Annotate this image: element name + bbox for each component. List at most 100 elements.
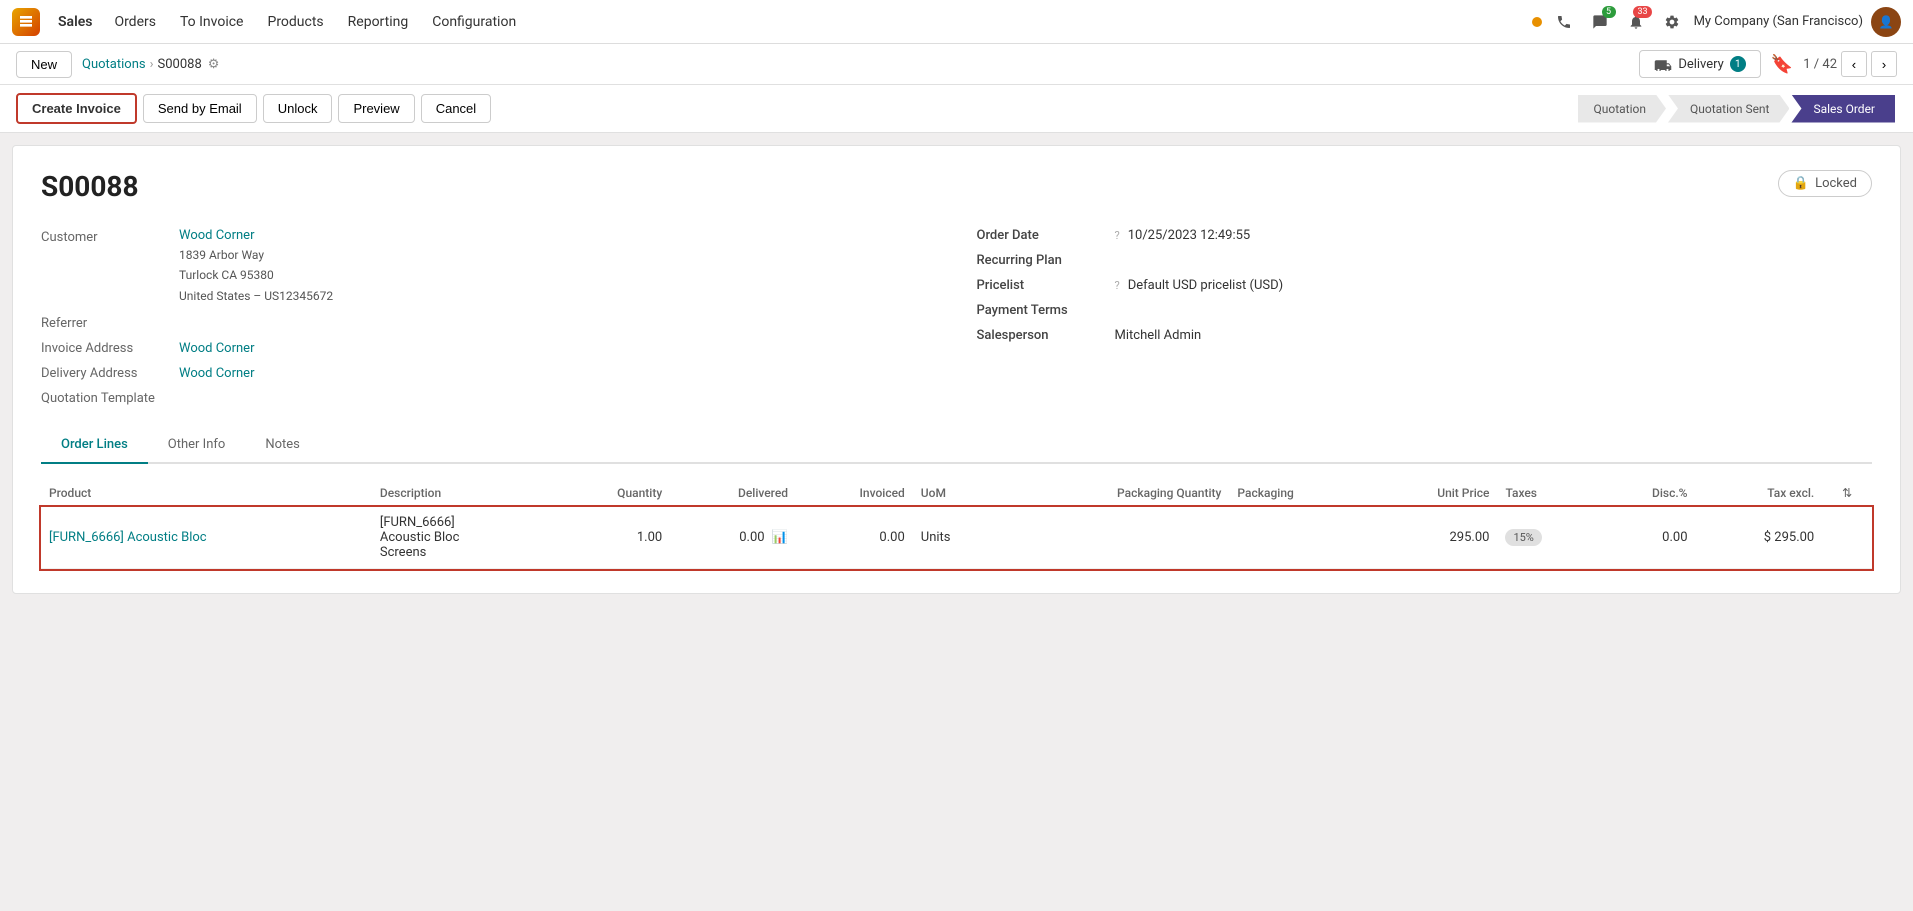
delivery-address-value[interactable]: Wood Corner xyxy=(179,366,254,381)
delivery-truck-icon xyxy=(1654,57,1672,71)
recurring-plan-group: Recurring Plan xyxy=(977,248,1873,273)
table-row[interactable]: [FURN_6666] Acoustic Bloc [FURN_6666] Ac… xyxy=(41,507,1872,569)
col-header-disc: Disc.% xyxy=(1597,480,1695,507)
breadcrumb-bar: New Quotations › S00088 ⚙ Delivery 1 🔖 1… xyxy=(0,44,1913,85)
nav-to-invoice[interactable]: To Invoice xyxy=(170,10,254,34)
locked-badge[interactable]: 🔒 Locked xyxy=(1778,170,1872,197)
chat-badge: 5 xyxy=(1602,6,1616,18)
tab-notes[interactable]: Notes xyxy=(245,427,320,464)
topnav: Sales Orders To Invoice Products Reporti… xyxy=(0,0,1913,44)
pricelist-label: Pricelist xyxy=(977,278,1107,293)
settings-gear-icon[interactable]: ⚙ xyxy=(208,57,220,72)
pagination-info: 1 / 42 xyxy=(1803,57,1837,72)
breadcrumb-parent[interactable]: Quotations xyxy=(82,57,146,72)
col-header-description: Description xyxy=(372,480,554,507)
col-header-delivered: Delivered xyxy=(670,480,796,507)
step-quotation[interactable]: Quotation xyxy=(1578,95,1666,123)
settings-icon[interactable] xyxy=(1658,8,1686,36)
phone-icon[interactable] xyxy=(1550,8,1578,36)
pagination-prev[interactable]: ‹ xyxy=(1841,51,1867,77)
status-dot xyxy=(1532,17,1542,27)
help-icon-date[interactable]: ? xyxy=(1115,229,1120,242)
form-left: Customer Wood Corner 1839 Arbor Way Turl… xyxy=(41,223,937,411)
doc-header: S00088 🔒 Locked xyxy=(41,170,1872,203)
order-date-group: Order Date ? 10/25/2023 12:49:55 xyxy=(977,223,1873,248)
pricelist-value[interactable]: Default USD pricelist (USD) xyxy=(1128,278,1283,293)
referrer-label: Referrer xyxy=(41,316,171,331)
unlock-button[interactable]: Unlock xyxy=(263,94,333,123)
help-icon-pricelist[interactable]: ? xyxy=(1115,279,1120,292)
payment-terms-label: Payment Terms xyxy=(977,303,1107,318)
payment-terms-group: Payment Terms xyxy=(977,298,1873,323)
delivery-count: 1 xyxy=(1730,56,1746,72)
product-link[interactable]: [FURN_6666] Acoustic Bloc xyxy=(49,530,207,545)
col-header-pkg-qty: Packaging Quantity xyxy=(1000,480,1229,507)
bookmark-button[interactable]: 🔖 xyxy=(1771,54,1793,75)
cell-unit-price: 295.00 xyxy=(1367,507,1497,569)
cell-quantity: 1.00 xyxy=(554,507,670,569)
locked-label: Locked xyxy=(1815,176,1857,191)
col-header-packaging: Packaging xyxy=(1229,480,1367,507)
col-header-tax-excl: Tax excl. xyxy=(1696,480,1823,507)
chat-icon[interactable]: 5 xyxy=(1586,8,1614,36)
company-name[interactable]: My Company (San Francisco) xyxy=(1694,14,1863,29)
nav-products[interactable]: Products xyxy=(257,10,333,34)
status-steps: Quotation Quotation Sent Sales Order xyxy=(1578,95,1898,123)
customer-info: Wood Corner 1839 Arbor Way Turlock CA 95… xyxy=(179,228,333,306)
order-date-label: Order Date xyxy=(977,228,1107,243)
step-quotation-sent[interactable]: Quotation Sent xyxy=(1668,95,1790,123)
referrer-group: Referrer xyxy=(41,311,937,336)
activity-icon[interactable]: 33 xyxy=(1622,8,1650,36)
col-header-settings: ⇅ xyxy=(1822,480,1872,507)
cancel-button[interactable]: Cancel xyxy=(421,94,491,123)
nav-orders[interactable]: Orders xyxy=(104,10,166,34)
new-button[interactable]: New xyxy=(16,51,72,78)
lock-icon: 🔒 xyxy=(1793,176,1809,191)
nav-reporting[interactable]: Reporting xyxy=(338,10,419,34)
cell-uom: Units xyxy=(913,507,1000,569)
order-table: Product Description Quantity Delivered I… xyxy=(41,480,1872,569)
user-avatar[interactable]: 👤 xyxy=(1871,7,1901,37)
action-bar: Create Invoice Send by Email Unlock Prev… xyxy=(0,85,1913,133)
send-by-email-button[interactable]: Send by Email xyxy=(143,94,257,123)
delivery-label: Delivery xyxy=(1678,57,1724,72)
order-date-value: 10/25/2023 12:49:55 xyxy=(1128,228,1251,243)
customer-name[interactable]: Wood Corner xyxy=(179,228,254,243)
breadcrumb-current: S00088 xyxy=(158,57,202,72)
customer-address: 1839 Arbor Way Turlock CA 95380 United S… xyxy=(179,245,333,306)
main-content: S00088 🔒 Locked Customer Wood Corner 183… xyxy=(12,145,1901,594)
cell-tax-excl: $ 295.00 xyxy=(1696,507,1823,569)
delivery-address-label: Delivery Address xyxy=(41,366,171,381)
col-header-quantity: Quantity xyxy=(554,480,670,507)
topnav-right: 5 33 My Company (San Francisco) 👤 xyxy=(1532,7,1901,37)
form-right: Order Date ? 10/25/2023 12:49:55 Recurri… xyxy=(977,223,1873,411)
salesperson-label: Salesperson xyxy=(977,328,1107,343)
salesperson-group: Salesperson Mitchell Admin xyxy=(977,323,1873,348)
tabs: Order Lines Other Info Notes xyxy=(41,427,1872,464)
col-header-product: Product xyxy=(41,480,372,507)
preview-button[interactable]: Preview xyxy=(338,94,414,123)
app-logo[interactable] xyxy=(12,8,40,36)
create-invoice-button[interactable]: Create Invoice xyxy=(16,93,137,124)
invoice-address-label: Invoice Address xyxy=(41,341,171,356)
invoice-address-value[interactable]: Wood Corner xyxy=(179,341,254,356)
nav-configuration[interactable]: Configuration xyxy=(422,10,526,34)
step-sales-order[interactable]: Sales Order xyxy=(1791,95,1895,123)
breadcrumb: Quotations › S00088 ⚙ xyxy=(82,57,219,72)
delivery-button[interactable]: Delivery 1 xyxy=(1639,50,1761,78)
tab-other-info[interactable]: Other Info xyxy=(148,427,246,464)
activity-badge: 33 xyxy=(1633,6,1651,18)
cell-product[interactable]: [FURN_6666] Acoustic Bloc xyxy=(41,507,372,569)
customer-label: Customer xyxy=(41,228,171,306)
chart-icon[interactable]: 📊 xyxy=(772,530,788,545)
col-header-unit-price: Unit Price xyxy=(1367,480,1497,507)
pagination-next[interactable]: › xyxy=(1871,51,1897,77)
document-id: S00088 xyxy=(41,170,139,203)
nav-app-name[interactable]: Sales xyxy=(50,10,100,34)
tab-order-lines[interactable]: Order Lines xyxy=(41,427,148,464)
salesperson-value: Mitchell Admin xyxy=(1115,328,1202,343)
cell-taxes: 15% xyxy=(1497,507,1597,569)
cell-invoiced: 0.00 xyxy=(796,507,913,569)
invoice-address-group: Invoice Address Wood Corner xyxy=(41,336,937,361)
cell-description: [FURN_6666] Acoustic Bloc Screens xyxy=(372,507,554,569)
